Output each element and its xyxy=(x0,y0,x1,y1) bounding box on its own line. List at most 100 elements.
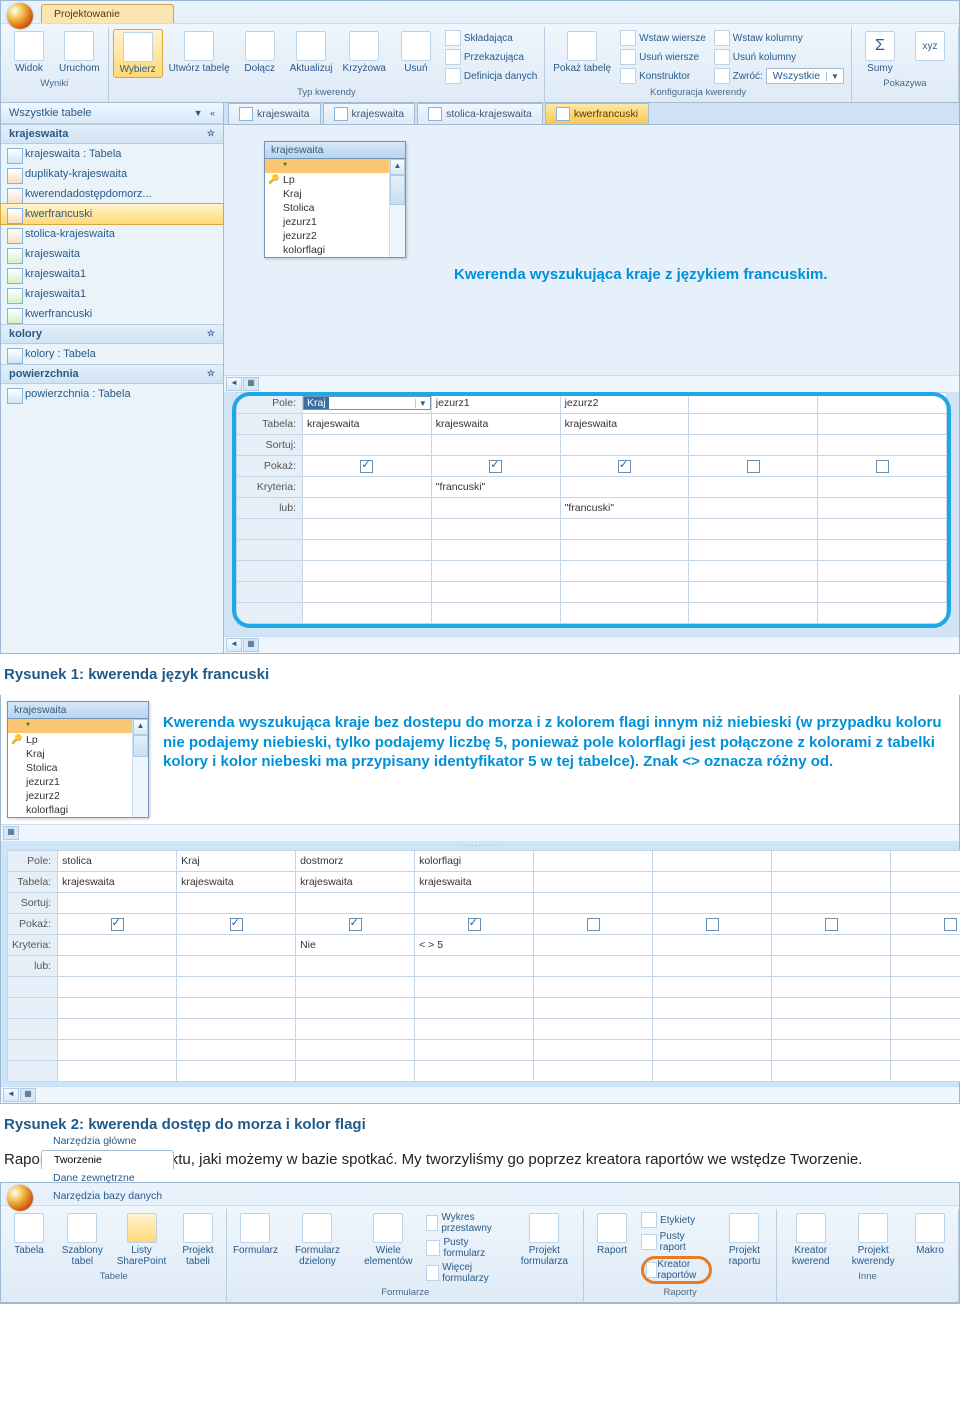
grid-cell[interactable]: krajeswaita xyxy=(431,414,560,435)
ribbon-tab[interactable]: Narzędzia główne xyxy=(41,1132,174,1150)
ribbon-small-button[interactable]: Pusty formularz xyxy=(423,1236,508,1260)
ribbon-button[interactable]: Formularz dzielony xyxy=(281,1211,353,1269)
grid-cell[interactable] xyxy=(303,498,432,519)
grid-cell[interactable] xyxy=(653,872,772,893)
grid-cell[interactable] xyxy=(177,914,296,935)
grid-cell[interactable] xyxy=(303,435,432,456)
ribbon-tab[interactable]: Dane zewnętrzne xyxy=(41,1169,174,1187)
grid-cell[interactable] xyxy=(891,893,960,914)
field-row[interactable]: Stolica xyxy=(8,761,148,775)
grid-cell[interactable] xyxy=(891,956,960,977)
grid-cell[interactable] xyxy=(689,456,818,477)
h-scrollbar[interactable]: ▦ xyxy=(1,824,959,841)
ribbon-tab[interactable]: Projektowanie xyxy=(41,4,174,23)
field-row[interactable]: Stolica xyxy=(265,201,405,215)
field-row[interactable]: jezurz1 xyxy=(8,775,148,789)
query-grid-1[interactable]: Pole:Kraj▼jezurz1jezurz2Tabela:krajeswai… xyxy=(236,392,947,624)
field-list-2[interactable]: krajeswaita *🔑LpKrajStolicajezurz1jezurz… xyxy=(7,701,149,818)
ribbon-tab[interactable]: Narzędzia bazy danych xyxy=(41,1187,174,1205)
ribbon-button[interactable]: Usuń xyxy=(392,29,440,76)
grid-cell[interactable] xyxy=(296,956,415,977)
ribbon-button[interactable]: Projekt kwerendy xyxy=(842,1211,904,1269)
grid-cell[interactable] xyxy=(772,893,891,914)
grid-cell[interactable] xyxy=(653,935,772,956)
ribbon-small-button[interactable]: Pusty raport xyxy=(638,1230,715,1254)
field-row[interactable]: * xyxy=(8,719,148,733)
checkbox[interactable] xyxy=(944,918,957,931)
grid-cell[interactable] xyxy=(818,393,947,414)
ribbon-small-button[interactable]: Więcej formularzy xyxy=(423,1261,508,1285)
nav-item[interactable]: krajeswaita1 xyxy=(1,284,223,304)
field-row[interactable]: Kraj xyxy=(8,747,148,761)
nav-item[interactable]: krajeswaita1 xyxy=(1,264,223,284)
ribbon-button[interactable]: ΣSumy xyxy=(856,29,904,76)
nav-item[interactable]: kwerendadostępdomorz... xyxy=(1,184,223,204)
ribbon-small-button[interactable]: Składająca xyxy=(442,29,540,47)
grid-cell[interactable] xyxy=(303,477,432,498)
grid-cell[interactable] xyxy=(177,956,296,977)
ribbon-button[interactable]: Kreator kwerend xyxy=(781,1211,840,1269)
grid-cell[interactable] xyxy=(431,456,560,477)
grid-cell[interactable] xyxy=(653,956,772,977)
grid-cell[interactable]: krajeswaita xyxy=(177,872,296,893)
grid-cell[interactable] xyxy=(772,935,891,956)
grid-cell[interactable]: jezurz2 xyxy=(560,393,689,414)
grid-cell[interactable]: krajeswaita xyxy=(415,872,534,893)
grid-cell[interactable] xyxy=(689,477,818,498)
grid-cell[interactable] xyxy=(689,393,818,414)
grid-cell[interactable] xyxy=(653,851,772,872)
grid-cell[interactable] xyxy=(891,851,960,872)
ribbon-button[interactable]: Makro xyxy=(906,1211,954,1258)
office-button[interactable] xyxy=(7,1185,33,1211)
ribbon-tab[interactable]: Tworzenie xyxy=(41,1150,174,1169)
field-row[interactable]: Kraj xyxy=(265,187,405,201)
ribbon-small-button[interactable]: Usuń wiersze xyxy=(617,48,709,66)
grid-cell[interactable]: jezurz1 xyxy=(431,393,560,414)
grid-cell[interactable] xyxy=(653,914,772,935)
nav-item[interactable]: powierzchnia : Tabela xyxy=(1,384,223,404)
grid-cell[interactable]: dostmorz xyxy=(296,851,415,872)
grid-cell[interactable] xyxy=(891,935,960,956)
ribbon-button[interactable]: Uruchom xyxy=(55,29,104,76)
ribbon-small-button[interactable]: Wstaw kolumny xyxy=(711,29,847,47)
grid-cell[interactable] xyxy=(772,956,891,977)
nav-item[interactable]: stolica-krajeswaita xyxy=(1,224,223,244)
grid-cell[interactable] xyxy=(689,435,818,456)
grid-cell[interactable] xyxy=(534,914,653,935)
h-scrollbar[interactable]: ◄▦ xyxy=(224,375,959,392)
grid-cell[interactable] xyxy=(534,851,653,872)
checkbox[interactable] xyxy=(706,918,719,931)
grid-cell[interactable]: stolica xyxy=(58,851,177,872)
document-tab[interactable]: kwerfrancuski xyxy=(545,103,649,124)
checkbox[interactable] xyxy=(825,918,838,931)
ribbon-small-button[interactable]: Usuń kolumny xyxy=(711,48,847,66)
grid-cell[interactable] xyxy=(772,851,891,872)
checkbox[interactable] xyxy=(349,918,362,931)
nav-item[interactable]: kolory : Tabela xyxy=(1,344,223,364)
grid-cell[interactable] xyxy=(58,893,177,914)
ribbon-small-button[interactable]: Konstruktor xyxy=(617,67,709,85)
ribbon-button[interactable]: Wiele elementów xyxy=(355,1211,421,1269)
field-row[interactable]: 🔑Lp xyxy=(265,173,405,187)
field-row[interactable]: kolorflagi xyxy=(8,803,148,817)
grid-cell[interactable] xyxy=(415,893,534,914)
grid-cell[interactable] xyxy=(818,414,947,435)
nav-title[interactable]: Wszystkie tabele▼ « xyxy=(1,103,223,124)
ribbon-button[interactable]: Formularz xyxy=(231,1211,279,1258)
nav-category[interactable]: kolory☆ xyxy=(1,324,223,344)
checkbox[interactable] xyxy=(489,460,502,473)
grid-cell[interactable] xyxy=(818,498,947,519)
grid-cell[interactable] xyxy=(296,914,415,935)
ribbon-button[interactable]: Projekt tabeli xyxy=(173,1211,222,1269)
ribbon-button[interactable]: Pokaż tabelę xyxy=(549,29,615,76)
ribbon-button[interactable]: Wybierz xyxy=(113,29,163,78)
ribbon-button[interactable]: Utwórz tabelę xyxy=(165,29,234,76)
grid-cell[interactable] xyxy=(177,935,296,956)
document-tab[interactable]: krajeswaita xyxy=(323,103,416,124)
grid-cell[interactable]: "francuski" xyxy=(560,498,689,519)
ribbon-small-button[interactable]: Etykiety xyxy=(638,1211,715,1229)
ribbon-button[interactable]: Tabela xyxy=(5,1211,53,1258)
grid-cell[interactable]: krajeswaita xyxy=(560,414,689,435)
document-tab[interactable]: krajeswaita xyxy=(228,103,321,124)
grid-cell[interactable] xyxy=(534,956,653,977)
